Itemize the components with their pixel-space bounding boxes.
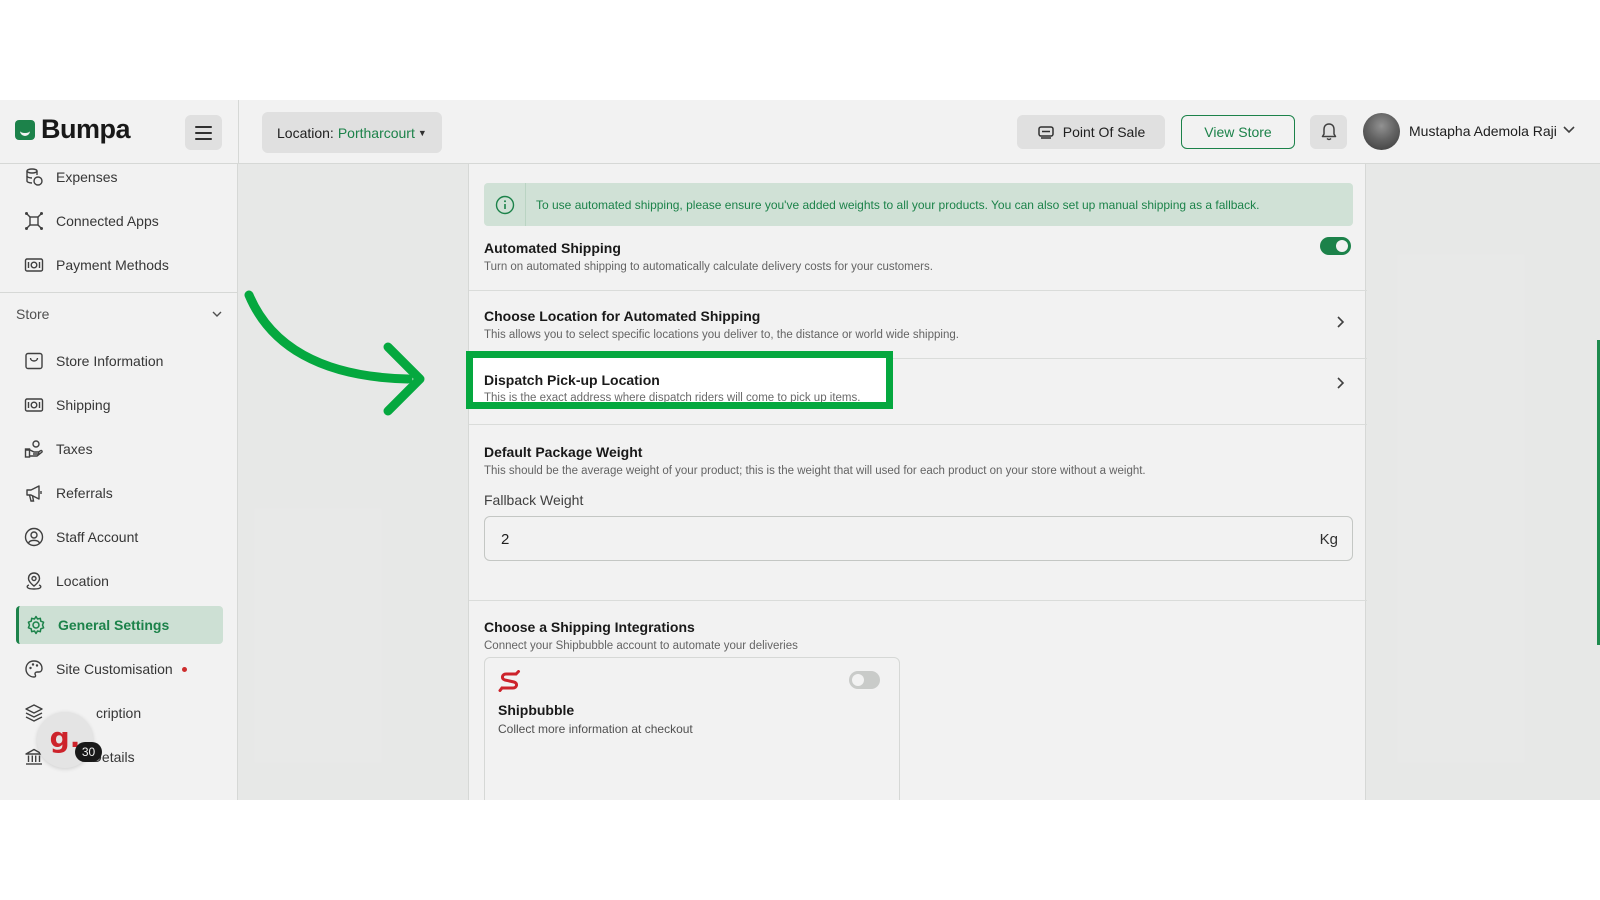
sidebar-item-site-customisation[interactable]: Site Customisation	[16, 650, 223, 688]
sidebar-item-label: Location	[56, 573, 109, 589]
section-label: Store	[16, 306, 50, 322]
view-store-button[interactable]: View Store	[1181, 115, 1295, 149]
card-title: Shipbubble	[498, 702, 575, 718]
shipping-integrations-setting: Choose a Shipping Integrations Connect y…	[484, 619, 1353, 652]
bumpa-logo-icon	[15, 119, 35, 140]
sidebar-item-taxes[interactable]: Taxes	[16, 430, 223, 468]
user-circle-icon	[24, 527, 44, 547]
choose-location-setting[interactable]: Choose Location for Automated Shipping T…	[484, 308, 1353, 341]
location-value: Portharcourt	[337, 124, 415, 141]
layers-icon	[25, 704, 43, 722]
default-package-weight-setting: Default Package Weight This should be th…	[484, 444, 1353, 477]
sidebar-item-label: Site Customisation	[56, 661, 173, 677]
setting-title: Dispatch Pick-up Location	[484, 372, 660, 388]
shipbubble-toggle[interactable]	[849, 671, 880, 689]
sidebar-item-label: Store Information	[56, 353, 164, 369]
coins-icon	[26, 168, 43, 186]
palette-icon	[25, 660, 43, 678]
shopping-bag-icon	[25, 352, 43, 370]
sidebar-item-label: Connected Apps	[56, 213, 159, 229]
notification-dot	[181, 666, 187, 672]
sidebar-item-label: Payment Methods	[56, 257, 169, 273]
sidebar-item-label: Shipping	[56, 397, 111, 413]
hamburger-icon	[195, 126, 212, 128]
info-icon	[495, 195, 514, 214]
setting-desc: Connect your Shipbubble account to autom…	[484, 640, 798, 652]
apps-icon	[25, 212, 43, 230]
user-name[interactable]: Mustapha Ademola Raji	[1409, 123, 1557, 139]
hand-coins-icon	[24, 440, 43, 458]
location-selector[interactable]: Location: Portharcourt ▼	[262, 112, 442, 153]
fallback-weight-label: Fallback Weight	[484, 492, 584, 508]
register-icon	[1038, 126, 1054, 139]
green-arrow-icon	[244, 290, 425, 416]
sidebar-item-location[interactable]: Location	[16, 562, 223, 600]
info-text: To use automated shipping, please ensure…	[536, 197, 1260, 212]
sidebar-item-store-information[interactable]: Store Information	[16, 342, 223, 380]
location-label: Location:	[277, 124, 334, 141]
money-icon	[24, 258, 44, 272]
sidebar: Expenses Connected Apps Payment Methods …	[0, 164, 238, 800]
logo-text: Bumpa	[41, 114, 131, 144]
chevron-down-icon	[212, 311, 222, 317]
sidebar-item-connected-apps[interactable]: Connected Apps	[16, 202, 223, 240]
sidebar-item-label: Referrals	[56, 485, 113, 501]
sidebar-item-shipping[interactable]: Shipping	[16, 386, 223, 424]
sidebar-section-store[interactable]: Store	[16, 306, 223, 322]
setting-desc: This should be the average weight of you…	[484, 465, 1146, 477]
shipbubble-logo-icon	[498, 670, 520, 692]
point-of-sale-button[interactable]: Point Of Sale	[1017, 115, 1165, 149]
card-desc: Collect more information at checkout	[498, 722, 693, 736]
chevron-right-icon[interactable]	[1333, 376, 1347, 390]
automated-shipping-toggle[interactable]	[1320, 237, 1351, 255]
megaphone-icon	[26, 485, 42, 502]
logo[interactable]: Bumpa	[15, 114, 131, 145]
fallback-weight-input[interactable]	[501, 528, 1281, 550]
money-icon	[24, 398, 44, 412]
setting-title: Choose a Shipping Integrations	[484, 619, 695, 635]
setting-desc: This allows you to select specific locat…	[484, 329, 959, 341]
sidebar-item-staff-account[interactable]: Staff Account	[16, 518, 223, 556]
shipping-settings-panel: To use automated shipping, please ensure…	[468, 164, 1367, 800]
info-banner: To use automated shipping, please ensure…	[484, 183, 1353, 226]
sidebar-item-label: cription	[96, 705, 142, 721]
point-of-sale-label: Point Of Sale	[1062, 124, 1146, 140]
badge-count: 30	[75, 742, 102, 762]
gear-icon	[27, 615, 45, 635]
sidebar-item-general-settings[interactable]: General Settings	[16, 606, 223, 644]
fallback-weight-field[interactable]: Kg	[484, 516, 1353, 561]
setting-desc: This is the exact address where dispatch…	[484, 392, 861, 404]
chevron-right-icon[interactable]	[1333, 315, 1347, 329]
shipbubble-card[interactable]: Shipbubble Collect more information at c…	[484, 657, 900, 800]
chevron-down-icon[interactable]	[1562, 122, 1576, 136]
setting-desc: Turn on automated shipping to automatica…	[484, 261, 933, 273]
sidebar-item-label: General Settings	[58, 617, 170, 633]
setting-title: Choose Location for Automated Shipping	[484, 308, 761, 324]
dispatch-pickup-location-setting[interactable]: Dispatch Pick-up Location This is the ex…	[466, 351, 893, 409]
sidebar-item-referrals[interactable]: Referrals	[16, 474, 223, 512]
app-frame: Bumpa Location: Portharcourt ▼ Point Of …	[0, 100, 1600, 800]
top-bar: Bumpa Location: Portharcourt ▼ Point Of …	[0, 100, 1600, 164]
weight-unit: Kg	[1319, 531, 1338, 548]
avatar[interactable]	[1363, 113, 1400, 150]
map-pin-icon	[26, 572, 42, 590]
sidebar-item-label: Staff Account	[56, 529, 139, 545]
sidebar-item-label: Expenses	[56, 169, 118, 185]
automated-shipping-setting: Automated Shipping Turn on automated shi…	[484, 240, 1353, 273]
notifications-button[interactable]	[1310, 115, 1347, 149]
setting-title: Default Package Weight	[484, 444, 643, 460]
caret-down-icon: ▼	[417, 127, 427, 138]
sidebar-item-payment-methods[interactable]: Payment Methods	[16, 246, 223, 284]
sidebar-item-label: Taxes	[56, 441, 93, 457]
sidebar-item-expenses[interactable]: Expenses	[16, 158, 223, 196]
menu-toggle-button[interactable]	[185, 115, 222, 150]
bell-icon	[1321, 123, 1336, 141]
setting-title: Automated Shipping	[484, 240, 621, 256]
